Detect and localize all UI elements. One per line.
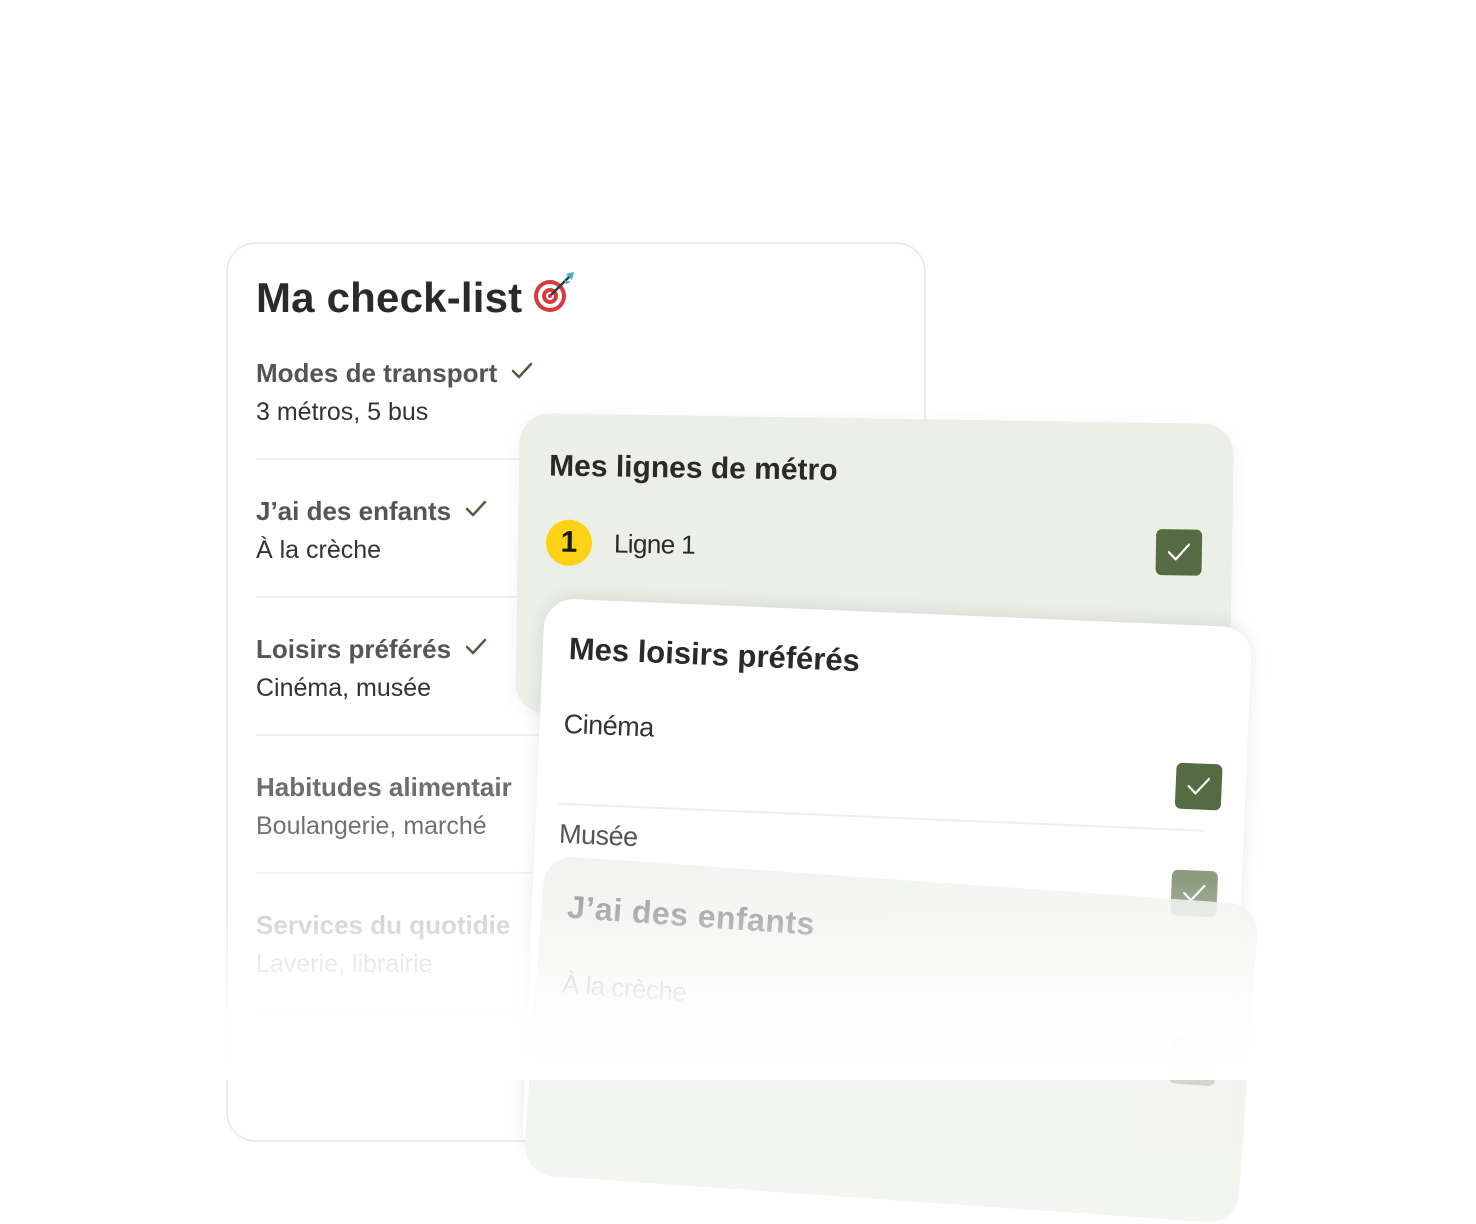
loisirs-card-title: Mes loisirs préférés — [568, 631, 861, 679]
item-title: J’ai des enfants — [256, 496, 487, 527]
item-title-text: Modes de transport — [256, 358, 498, 388]
divider — [558, 802, 1204, 832]
enfants-card: J’ai des enfants À la crèche — [522, 855, 1260, 1224]
item-title: Habitudes alimentair — [256, 772, 512, 802]
item-value: 3 métros, 5 bus — [256, 398, 429, 426]
item-title: Loisirs préférés — [256, 634, 487, 665]
enfants-checkbox[interactable] — [1168, 1037, 1218, 1087]
check-icon — [512, 362, 533, 379]
metro-line-label: Ligne 1 — [613, 528, 696, 560]
enfants-card-title: J’ai des enfants — [566, 888, 817, 942]
item-title: Proche de chez ma — [256, 1048, 492, 1078]
checklist-title: Ma check-list — [256, 270, 576, 322]
check-icon — [1187, 777, 1211, 795]
enfants-option-label: À la crèche — [561, 968, 688, 1008]
item-title-text: Loisirs préférés — [256, 634, 452, 664]
loisir-cinema-checkbox[interactable] — [1174, 762, 1223, 811]
checklist-title-text: Ma check-list — [256, 274, 523, 321]
target-dart-icon — [534, 272, 575, 312]
item-title: Modes de transport — [256, 358, 533, 389]
item-value: Boulangerie, marché — [256, 812, 487, 840]
check-icon — [465, 500, 487, 517]
check-icon — [465, 638, 487, 655]
check-icon — [1182, 1053, 1205, 1070]
item-value: À la crèche — [256, 536, 382, 564]
metro-card-title: Mes lignes de métro — [548, 449, 838, 487]
check-icon — [1167, 543, 1191, 561]
item-title-text: J’ai des enfants — [256, 496, 452, 526]
item-value: Cinéma, musée — [256, 674, 432, 702]
item-value: Laverie, librairie — [256, 950, 433, 978]
loisir-option-label: Musée — [558, 818, 639, 853]
item-title: Services du quotidie — [256, 910, 511, 940]
metro-line-badge: 1 — [545, 519, 593, 567]
metro-line-checkbox[interactable] — [1155, 529, 1203, 576]
loisir-option-label: Cinéma — [563, 708, 655, 743]
